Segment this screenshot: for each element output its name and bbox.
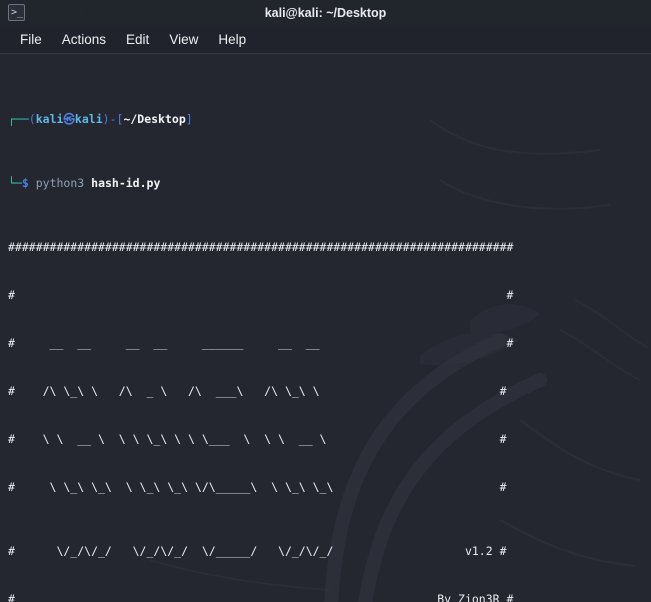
prompt-dash: -	[109, 112, 117, 126]
banner-version-line: # \/_/\/_/ \/_/\/_/ \/_____/ \/_/\/_/ v1…	[8, 543, 651, 559]
prompt-at-icon: ㉿	[63, 112, 75, 126]
prompt-paren-close: )	[102, 112, 110, 126]
banner-art-text-3: # \ \ __ \ \ \ \_\ \ \ \___ \ \ \ __ \ #	[8, 432, 507, 446]
prompt-box-top: ┌──	[8, 112, 29, 126]
command-interpreter: python3	[35, 176, 85, 190]
prompt-bracket-close: ]	[185, 112, 193, 126]
banner-author-text: # By Zion3R #	[8, 592, 514, 602]
banner-author-line: # By Zion3R #	[8, 591, 651, 602]
menu-edit[interactable]: Edit	[117, 30, 158, 50]
titlebar: >_ kali@kali: ~/Desktop	[0, 0, 651, 26]
menu-view[interactable]: View	[160, 30, 207, 50]
banner-art-text-4: # \ \_\ \_\ \ \_\ \_\ \/\_____\ \ \_\ \_…	[8, 480, 507, 494]
banner-art-text-1: # __ __ __ __ ______ __ __ #	[8, 336, 514, 350]
command-arg: hash-id.py	[91, 176, 161, 190]
banner-art-line-4: # \ \_\ \_\ \ \_\ \_\ \/\_____\ \ \_\ \_…	[8, 479, 651, 495]
prompt-box-bottom: └─	[8, 176, 22, 190]
prompt-host: kali	[74, 112, 103, 126]
banner-art-text-0: # #	[8, 288, 514, 302]
window-title: kali@kali: ~/Desktop	[264, 6, 387, 20]
terminal-window: ot - Mousepad >_ kali@kali: ~/Desktop Fi…	[0, 0, 651, 602]
banner-art-line-2: # /\ \_\ \ /\ _ \ /\ ___\ /\ \_\ \ #	[8, 383, 651, 399]
banner-art-line-1: # __ __ __ __ ______ __ __ #	[8, 335, 651, 351]
banner-version-text: # \/_/\/_/ \/_/\/_/ \/_____/ \/_/\/_/ v1…	[8, 544, 507, 558]
menu-file[interactable]: File	[11, 30, 51, 50]
prompt-line-2: └─$ python3 hash-id.py	[8, 175, 651, 191]
menu-actions[interactable]: Actions	[53, 30, 115, 50]
menu-help[interactable]: Help	[209, 30, 255, 50]
banner-border-top-text: ########################################…	[8, 240, 514, 254]
prompt-line-1: ┌──(kali㉿kali)-[~/Desktop]	[8, 111, 651, 127]
prompt-path: ~/Desktop	[123, 112, 186, 126]
banner-art-line-0: # #	[8, 287, 651, 303]
prompt-dollar: $	[21, 176, 29, 190]
prompt-user: kali	[35, 112, 64, 126]
banner-border-top: ########################################…	[8, 239, 651, 255]
banner-art-line-3: # \ \ __ \ \ \ \_\ \ \ \___ \ \ \ __ \ #	[8, 431, 651, 447]
terminal-output[interactable]: ┌──(kali㉿kali)-[~/Desktop] └─$ python3 h…	[0, 55, 651, 602]
sp1	[29, 176, 36, 190]
prompt-paren-open: (	[28, 112, 36, 126]
banner-art-text-2: # /\ \_\ \ /\ _ \ /\ ___\ /\ \_\ \ #	[8, 384, 507, 398]
menubar: File Actions Edit View Help	[0, 26, 651, 54]
